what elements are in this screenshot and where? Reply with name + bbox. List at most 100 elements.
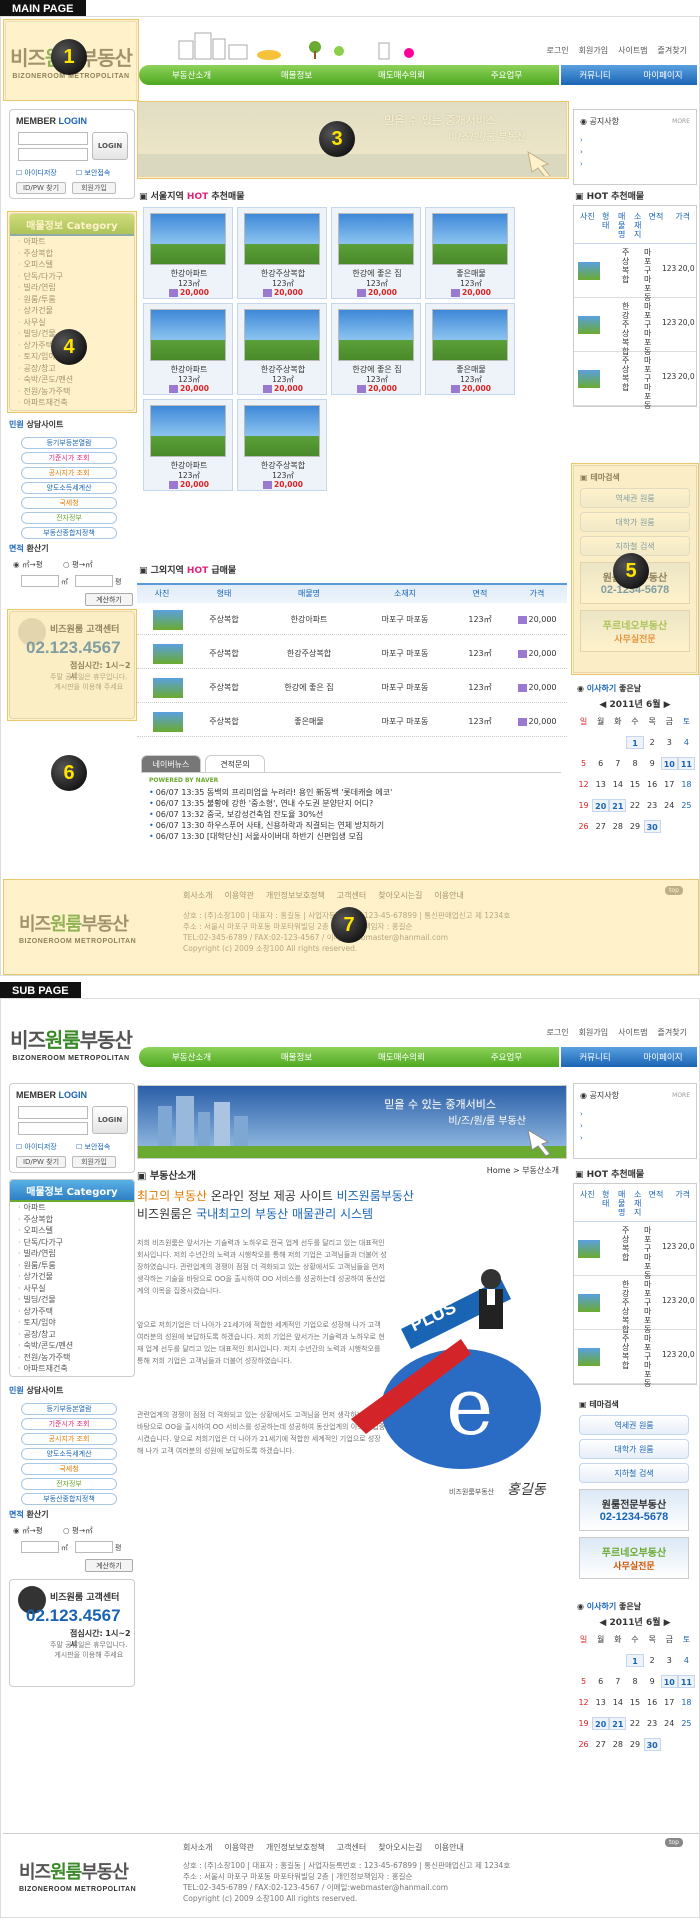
calendar-day[interactable]: 27 — [592, 1738, 609, 1751]
property-card[interactable]: 한강주상복합 123㎡ 20,000 — [237, 303, 327, 395]
join-button[interactable]: 회원가입 — [72, 182, 116, 194]
news-item[interactable]: • 06/07 13:30 [대학단신] 서울사이버대 하반기 신편입생 모집 — [149, 831, 363, 842]
sub-theme-university-button[interactable]: 대학가 원룸 — [579, 1439, 689, 1459]
calendar-day[interactable]: 5 — [575, 757, 592, 770]
calendar-day[interactable]: 27 — [592, 820, 609, 833]
hot-side-row[interactable]: 주상복합 마포구마포동 123 20,0 — [574, 1222, 696, 1280]
sub-user-id-input[interactable] — [18, 1106, 88, 1119]
sub-calendar-prev-icon[interactable]: ◀ — [599, 1618, 606, 1628]
calendar-day[interactable]: 12 — [575, 1696, 592, 1709]
consult-link[interactable]: 양도소득세계산 — [21, 1448, 117, 1460]
calendar-day[interactable]: 11 — [677, 1675, 695, 1688]
row-name[interactable]: 좋은매물 — [261, 716, 357, 727]
sub-theme-subway-button[interactable]: 지하철 검색 — [579, 1463, 689, 1483]
hot-other-row[interactable]: 주상복합 한강주상복합 마포구 마포동 123㎡ 20,000 — [137, 639, 567, 669]
sub-calendar-next-icon[interactable]: ▶ — [664, 1618, 671, 1628]
calendar-day[interactable]: 21 — [609, 799, 627, 812]
password-input[interactable] — [18, 148, 88, 161]
news-item[interactable]: • 06/07 13:35 불황에 강한 '중소형', 연내 수도권 분양단지 어… — [149, 798, 373, 809]
calendar-day[interactable]: 25 — [678, 799, 695, 812]
calc-option-sqm[interactable]: ◉ ㎡→평 — [13, 559, 43, 570]
calendar-day[interactable]: 13 — [592, 778, 609, 791]
calendar-day[interactable]: 18 — [678, 778, 695, 791]
calendar-day[interactable]: 30 — [643, 820, 661, 833]
hot-side-photo[interactable] — [578, 1348, 600, 1366]
calendar-day[interactable]: 28 — [609, 1738, 626, 1751]
calendar-day[interactable]: 24 — [661, 1717, 678, 1730]
sub-login-button[interactable]: LOGIN — [92, 1106, 128, 1134]
calendar-day[interactable]: 19 — [575, 1717, 592, 1730]
hot-side-photo[interactable] — [578, 370, 600, 388]
consult-link[interactable]: 국세청 — [21, 497, 117, 509]
hot-side-row[interactable]: 한강주상복합 마포구마포동 123 20,0 — [574, 298, 696, 356]
property-photo[interactable] — [338, 309, 414, 361]
nav-item-community[interactable]: 커뮤니티 — [561, 69, 629, 81]
bookmark-link[interactable]: 즐겨찾기 — [658, 45, 687, 56]
calendar-day[interactable]: 14 — [609, 778, 626, 791]
calendar-day[interactable]: 4 — [678, 736, 695, 749]
calc-input-sqm[interactable] — [21, 575, 59, 587]
consult-link[interactable]: 국세청 — [21, 1463, 117, 1475]
calendar-day[interactable]: 2 — [644, 736, 661, 749]
category-item[interactable]: 주상복합 — [10, 1214, 134, 1226]
calc-output-pyeong[interactable] — [75, 575, 113, 587]
calendar-next-icon[interactable]: ▶ — [664, 700, 671, 710]
calendar-day[interactable]: 8 — [626, 757, 643, 770]
property-card[interactable]: 한강에 좋은 집 123㎡ 20,000 — [331, 303, 421, 395]
footer-link[interactable]: 이용안내 — [434, 1842, 463, 1853]
calendar-day[interactable]: 17 — [661, 1696, 678, 1709]
category-item[interactable]: 빌딩/건물 — [10, 1294, 134, 1306]
calendar-day[interactable]: 21 — [609, 1717, 627, 1730]
calendar-day[interactable]: 12 — [575, 778, 592, 791]
nav-item-request[interactable]: 매도매수의뢰 — [349, 69, 454, 81]
sub-calc-input-sqm[interactable] — [21, 1541, 59, 1553]
nav-item-intro[interactable]: 부동산소개 — [139, 69, 244, 81]
property-photo[interactable] — [338, 213, 414, 265]
sub-calc-button[interactable]: 계산하기 — [85, 1559, 133, 1572]
sub-password-input[interactable] — [18, 1122, 88, 1135]
calendar-day[interactable]: 16 — [644, 778, 661, 791]
hot-other-row[interactable]: 주상복합 좋은매물 마포구 마포동 123㎡ 20,000 — [137, 707, 567, 737]
sub-theme-banner-oneroom[interactable]: 원룸전문부동산 02-1234-5678 — [579, 1489, 689, 1531]
hot-side-photo[interactable] — [578, 316, 600, 334]
row-photo[interactable] — [153, 711, 183, 732]
calendar-day[interactable]: 22 — [626, 799, 643, 812]
nav-item-business[interactable]: 주요업무 — [454, 69, 559, 81]
sub-bookmark-link[interactable]: 즐겨찾기 — [658, 1027, 687, 1038]
secure-login-checkbox[interactable]: ☐ 보안접속 — [76, 168, 110, 178]
calendar-day[interactable]: 20 — [592, 799, 610, 812]
calendar-day[interactable]: 10 — [660, 757, 678, 770]
footer-link[interactable]: 회사소개 — [183, 1842, 212, 1853]
category-item[interactable]: 상가건물 — [10, 1271, 134, 1283]
consult-link[interactable]: 기준시가 조회 — [21, 452, 117, 464]
join-link[interactable]: 회원가입 — [579, 45, 608, 56]
consult-link[interactable]: 기준시가 조회 — [21, 1418, 117, 1430]
calendar-day[interactable]: 25 — [678, 1717, 695, 1730]
category-item[interactable]: 아파트재건축 — [10, 1363, 134, 1375]
nav-item-mypage[interactable]: 마이페이지 — [629, 69, 697, 81]
sub-nav-item-business[interactable]: 주요업무 — [454, 1051, 559, 1063]
category-item[interactable]: 오피스텔 — [10, 1225, 134, 1237]
calendar-day[interactable]: 29 — [626, 1738, 643, 1751]
category-item[interactable]: 빌라/연립 — [10, 1248, 134, 1260]
sub-save-id-checkbox[interactable]: ☐ 아이디저장 — [16, 1142, 57, 1152]
sub-theme-station-button[interactable]: 역세권 원룸 — [579, 1415, 689, 1435]
row-photo[interactable] — [153, 643, 183, 664]
hot-side-photo[interactable] — [578, 1240, 600, 1258]
category-item[interactable]: 공장/창고 — [10, 1329, 134, 1341]
category-item[interactable]: 상가주택 — [10, 1306, 134, 1318]
calendar-day[interactable]: 24 — [661, 799, 678, 812]
calendar-day[interactable]: 18 — [678, 1696, 695, 1709]
calendar-day[interactable]: 3 — [661, 736, 678, 749]
calendar-day[interactable]: 7 — [609, 757, 626, 770]
calendar-day[interactable]: 23 — [644, 799, 661, 812]
news-text[interactable]: 06/07 13:30 [대학단신] 서울사이버대 하반기 신편입생 모집 — [156, 832, 363, 841]
sub-site-logo[interactable]: 비즈원룸부동산 BIZONEROOM METROPOLITAN — [5, 1003, 137, 1083]
news-text[interactable]: 06/07 13:35 동백의 프리미엄을 누려라! 용인 新동백 '롯데캐슬 … — [156, 788, 393, 797]
category-item[interactable]: 숙박/콘도/펜션 — [10, 1340, 134, 1352]
news-item[interactable]: • 06/07 13:30 하우스푸어 사태, 신용하락과 직결되는 연체 방치하… — [149, 820, 384, 831]
category-item[interactable]: 토지/임야 — [10, 1317, 134, 1329]
calendar-day[interactable]: 1 — [626, 736, 644, 749]
sub-calc-option-pyeong[interactable]: ○ 평→㎡ — [63, 1525, 93, 1536]
property-card[interactable]: 한강아파트 123㎡ 20,000 — [143, 303, 233, 395]
